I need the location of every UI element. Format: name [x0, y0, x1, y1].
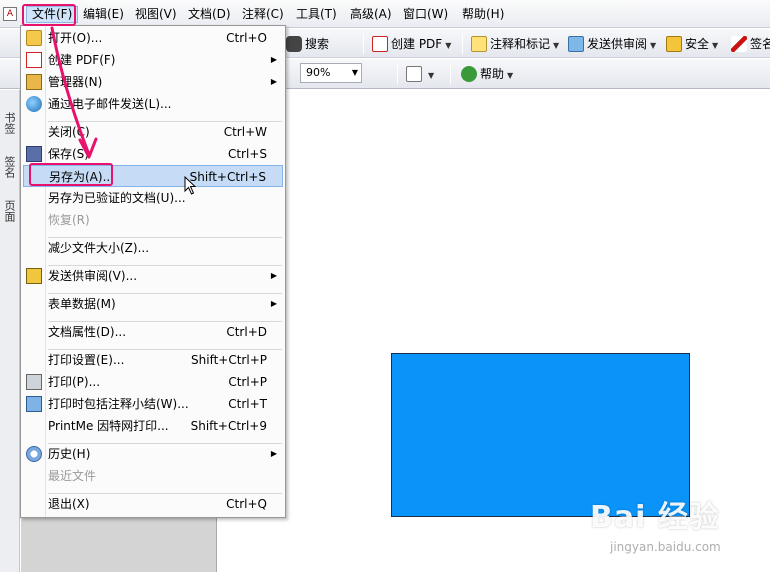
watermark-url: jingyan.baidu.com: [610, 540, 721, 554]
mouse-cursor-icon: [184, 176, 197, 195]
annotation-arrow: [50, 26, 98, 159]
baidu-watermark: Bai 经验: [590, 500, 720, 535]
